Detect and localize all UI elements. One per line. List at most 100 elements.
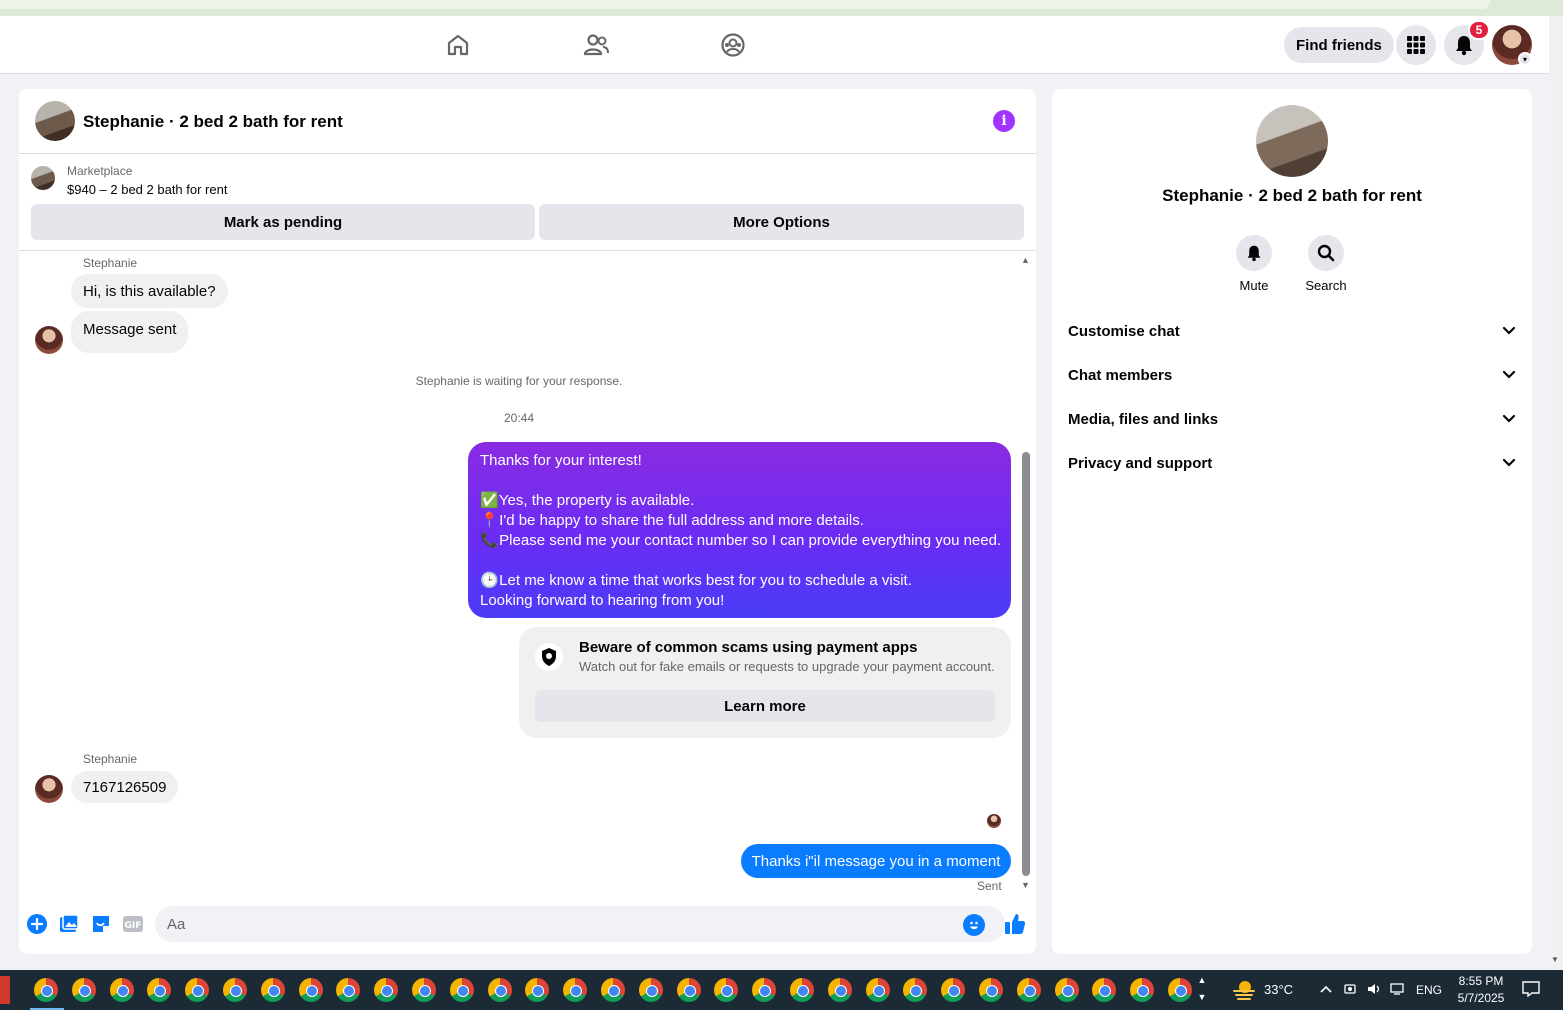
chrome-taskbar-icon[interactable]	[71, 978, 96, 1002]
chrome-taskbar-icon[interactable]	[638, 978, 663, 1002]
chrome-taskbar-icon[interactable]	[336, 978, 361, 1002]
clock-date: 5/7/2025	[1457, 991, 1505, 1005]
chrome-taskbar-icon[interactable]	[109, 978, 134, 1002]
language-indicator[interactable]: ENG	[1416, 983, 1442, 997]
message-line: Let me know a time that works best for y…	[499, 572, 912, 589]
chrome-taskbar-icon[interactable]	[374, 978, 399, 1002]
chrome-taskbar-icon[interactable]	[525, 978, 550, 1002]
home-icon[interactable]	[441, 28, 475, 62]
chat-panel: Stephanie · 2 bed 2 bath for rent i Mark…	[19, 89, 1036, 954]
chrome-taskbar-icon[interactable]	[790, 978, 814, 1002]
incoming-message[interactable]: 7167126509	[71, 771, 179, 803]
sender-avatar[interactable]	[35, 775, 63, 803]
emoji-icon[interactable]	[963, 914, 985, 936]
meet-now-icon[interactable]	[1342, 981, 1358, 997]
listing-title[interactable]: $940 – 2 bed 2 bath for rent	[67, 182, 227, 197]
chrome-taskbar-icon[interactable]	[34, 978, 58, 1002]
message-status: Sent	[977, 879, 1002, 893]
scroll-up-arrow[interactable]: ▲	[1021, 256, 1031, 265]
chrome-taskbar-icon[interactable]	[941, 978, 966, 1002]
chat-scrollbar-thumb[interactable]	[1022, 452, 1030, 876]
learn-more-button[interactable]: Learn more	[535, 690, 995, 722]
chrome-taskbar-icon[interactable]	[979, 978, 1003, 1002]
customise-chat-row[interactable]: Customise chat	[1068, 313, 1516, 349]
outgoing-message[interactable]: Thanks for your interest! ✅ Yes, the pro…	[468, 442, 1011, 618]
chrome-taskbar-icon[interactable]	[1092, 978, 1117, 1002]
info-avatar[interactable]	[1256, 105, 1328, 177]
seen-avatar	[987, 814, 1001, 828]
chrome-taskbar-icon[interactable]	[903, 978, 928, 1002]
chrome-taskbar-icon[interactable]	[298, 978, 323, 1002]
message-line: Looking forward to hearing from you!	[480, 592, 725, 609]
search-button[interactable]: Search	[1296, 235, 1356, 293]
notifications-icon[interactable]	[1521, 981, 1541, 997]
thumbs-up-icon[interactable]	[1002, 911, 1028, 937]
scam-warning-title: Beware of common scams using payment app…	[579, 639, 918, 656]
volume-icon[interactable]	[1366, 981, 1382, 997]
check-icon: ✅	[480, 492, 499, 509]
chrome-taskbar-icon[interactable]	[601, 978, 625, 1002]
page-scrollbar[interactable]	[1549, 16, 1563, 970]
sender-avatar[interactable]	[35, 326, 63, 354]
divider	[19, 250, 1036, 251]
message-line: Please send me your contact number so I …	[499, 532, 1002, 549]
chrome-taskbar-icon[interactable]	[1054, 978, 1079, 1002]
chrome-taskbar-icon[interactable]	[147, 978, 172, 1002]
gif-icon[interactable]: GIF	[122, 913, 144, 935]
mark-pending-button[interactable]: Mark as pending	[31, 204, 535, 240]
chrome-taskbar-icon[interactable]	[827, 978, 852, 1002]
mute-button[interactable]: Mute	[1224, 235, 1284, 293]
chrome-taskbar-icon[interactable]	[487, 978, 512, 1002]
chrome-taskbar-icon[interactable]	[714, 978, 739, 1002]
message-input[interactable]	[155, 906, 1005, 942]
clock-icon: 🕒	[480, 572, 499, 589]
scam-warning-description: Watch out for fake emails or requests to…	[579, 659, 995, 674]
chevron-down-icon	[1502, 414, 1516, 423]
info-icon[interactable]: i	[993, 110, 1015, 132]
chrome-taskbar-icon[interactable]	[1130, 978, 1155, 1002]
chevron-down-icon[interactable]: ▾	[1518, 52, 1532, 66]
more-options-button[interactable]: More Options	[539, 204, 1024, 240]
outgoing-message[interactable]: Thanks i"il message you in a moment	[741, 844, 1011, 878]
chat-members-row[interactable]: Chat members	[1068, 357, 1516, 393]
chrome-taskbar-icon[interactable]	[563, 978, 588, 1002]
find-friends-button[interactable]: Find friends	[1284, 27, 1394, 63]
chrome-taskbar-icon[interactable]	[449, 978, 474, 1002]
chrome-taskbar-icon[interactable]	[1168, 978, 1192, 1002]
photo-icon[interactable]	[58, 913, 80, 935]
chrome-taskbar-icon[interactable]	[865, 978, 890, 1002]
chrome-taskbar-icon[interactable]	[412, 978, 436, 1002]
clock[interactable]: 8:55 PM 5/7/2025	[1446, 973, 1516, 1007]
start-button[interactable]	[0, 976, 10, 1004]
groups-icon[interactable]	[716, 28, 750, 62]
message-line: Thanks for your interest!	[480, 452, 642, 469]
temperature[interactable]: 33°C	[1264, 982, 1293, 997]
scroll-down-arrow[interactable]: ▼	[1021, 881, 1031, 890]
mute-label: Mute	[1239, 278, 1269, 293]
page-scroll-down-arrow[interactable]: ▼	[1551, 955, 1559, 964]
chrome-taskbar-icon[interactable]	[1016, 978, 1041, 1002]
chrome-taskbar-icon[interactable]	[223, 978, 247, 1002]
menu-grid-icon[interactable]	[1396, 25, 1436, 65]
chrome-taskbar-icon[interactable]	[676, 978, 701, 1002]
chat-title[interactable]: Stephanie · 2 bed 2 bath for rent	[83, 112, 343, 132]
taskbar: ▲ ▼ 33°C ENG 8:55 PM 5/7/2025	[0, 970, 1563, 1010]
chrome-taskbar-icon[interactable]	[260, 978, 285, 1002]
chrome-taskbar-icon[interactable]	[185, 978, 210, 1002]
scam-warning-card: Beware of common scams using payment app…	[519, 627, 1011, 738]
chat-avatar[interactable]	[35, 101, 75, 141]
incoming-message[interactable]: Hi, is this available?	[71, 274, 228, 308]
plus-icon[interactable]	[26, 913, 48, 935]
sticker-icon[interactable]	[90, 913, 112, 935]
incoming-message[interactable]: Message sent	[71, 311, 189, 353]
listing-thumbnail	[31, 166, 55, 190]
friends-icon[interactable]	[579, 28, 613, 62]
privacy-support-row[interactable]: Privacy and support	[1068, 445, 1516, 481]
pin-icon: 📍	[480, 512, 499, 529]
media-files-links-row[interactable]: Media, files and links	[1068, 401, 1516, 437]
network-icon[interactable]	[1390, 981, 1406, 997]
chrome-taskbar-icon[interactable]	[752, 978, 777, 1002]
taskbar-overflow-arrows[interactable]: ▲ ▼	[1196, 972, 1208, 1008]
weather-icon[interactable]	[1232, 979, 1256, 1001]
chevron-up-icon[interactable]	[1318, 981, 1334, 997]
